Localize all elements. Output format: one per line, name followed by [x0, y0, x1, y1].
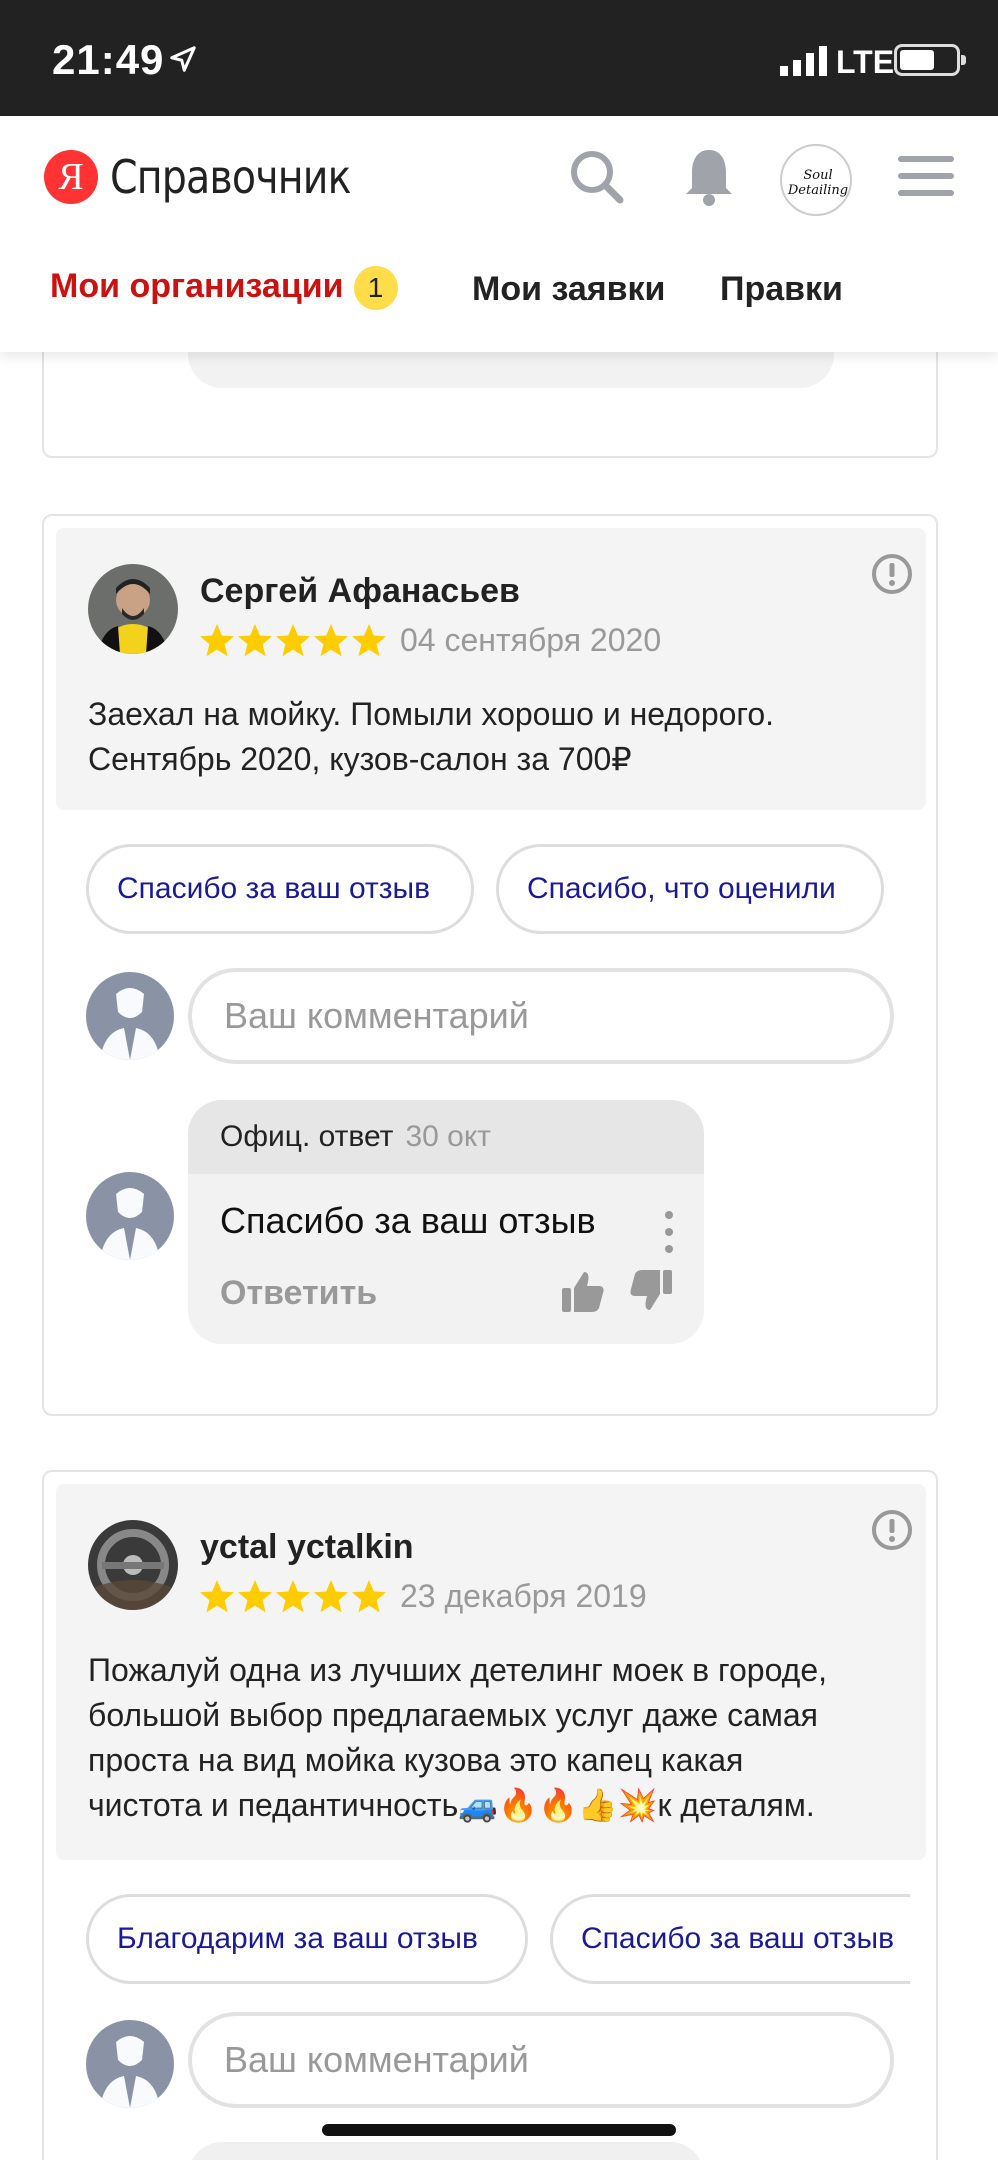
tab-my-organizations[interactable]: Мои организации 1: [50, 266, 398, 310]
review-text-line: Сентябрь 2020, кузов-салон за 700₽: [88, 741, 632, 777]
review-text-line: чистота и педантичность🚙🔥🔥👍💥к деталям.: [88, 1787, 815, 1823]
home-indicator[interactable]: [322, 2124, 676, 2136]
reviewer-avatar[interactable]: [88, 564, 178, 654]
review-text: Пожалуй одна из лучших детелинг моек в г…: [88, 1648, 908, 1828]
reply-button[interactable]: Ответить: [220, 1274, 377, 1313]
status-time: 21:49: [52, 36, 165, 83]
yandex-logo[interactable]: Я: [44, 150, 98, 204]
bell-icon[interactable]: [672, 140, 746, 214]
status-bar: 21:49 LTE: [0, 0, 998, 116]
battery-icon: [894, 44, 966, 76]
official-reply-header: Офиц. ответ 30 окт: [188, 1100, 704, 1174]
quick-reply-chip[interactable]: Спасибо за ваш отзыв: [86, 844, 474, 934]
comment-input[interactable]: Ваш комментарий: [188, 2012, 894, 2108]
review-date: 04 сентября 2020: [400, 622, 662, 658]
review-body: yctal yctalkin 23 декабря 2019 Пожалуй о…: [56, 1484, 926, 1860]
tab-label: Мои организации: [50, 266, 344, 305]
reviewer-name[interactable]: Сергей Афанасьев: [200, 572, 520, 611]
report-icon[interactable]: [870, 1508, 914, 1552]
review-text-line: Заехал на мойку. Помыли хорошо и недорог…: [88, 696, 775, 732]
quick-reply-chip[interactable]: Спасибо, что оценили: [496, 844, 884, 934]
owner-avatar-icon: [86, 1172, 174, 1260]
comment-input[interactable]: Ваш комментарий: [188, 968, 894, 1064]
rating-stars-icon: [200, 1580, 386, 1613]
official-reply-text: Спасибо за ваш отзыв: [220, 1200, 596, 1241]
quick-reply-chip[interactable]: Спасибо за ваш отзыв: [550, 1894, 910, 1984]
network-label: LTE: [836, 44, 895, 80]
review-card: yctal yctalkin 23 декабря 2019 Пожалуй о…: [42, 1470, 938, 2160]
rating-stars-icon: [200, 624, 386, 657]
app-title[interactable]: Справочник: [110, 150, 351, 204]
default-user-avatar-icon: [86, 2020, 174, 2108]
thumbs-down-icon[interactable]: [628, 1268, 674, 1314]
official-reply-date: 30 окт: [405, 1120, 492, 1153]
review-date: 23 декабря 2019: [400, 1578, 647, 1614]
review-text-line: Пожалуй одна из лучших детелинг моек в г…: [88, 1652, 828, 1688]
quick-reply-chip[interactable]: Благодарим за ваш отзыв: [86, 1894, 528, 1984]
default-user-avatar-icon: [86, 972, 174, 1060]
signal-icon: [780, 46, 827, 76]
tab-my-requests[interactable]: Мои заявки: [472, 270, 665, 309]
quick-reply-scroller[interactable]: Благодарим за ваш отзыв Спасибо за ваш о…: [86, 1892, 910, 1988]
nav-tabs: Мои организации 1 Мои заявки Правки: [0, 266, 998, 326]
review-card: Сергей Афанасьев 04 сентября 2020 Заехал…: [42, 514, 938, 1416]
review-body: Сергей Афанасьев 04 сентября 2020 Заехал…: [56, 528, 926, 810]
official-reply-body: Спасибо за ваш отзыв Ответить: [188, 1174, 704, 1344]
tab-edits[interactable]: Правки: [720, 270, 843, 309]
reply-fragment: [188, 2142, 704, 2160]
review-text-line: проста на вид мойка кузова это капец как…: [88, 1742, 744, 1778]
location-arrow-icon: [170, 46, 196, 72]
user-avatar[interactable]: Soul Detailing: [780, 144, 852, 216]
official-reply-label: Офиц. ответ: [220, 1120, 394, 1153]
notification-badge: 1: [353, 266, 398, 310]
review-text: Заехал на мойку. Помыли хорошо и недорог…: [88, 692, 908, 782]
review-text-line: большой выбор предлагаемых услуг даже са…: [88, 1697, 818, 1733]
app-header: Я Справочник Soul Detailing Мои организа…: [0, 116, 998, 352]
report-icon[interactable]: [870, 552, 914, 596]
avatar-text: Soul Detailing: [787, 168, 849, 198]
more-options-icon[interactable]: [664, 1210, 674, 1254]
hamburger-menu-icon[interactable]: [898, 156, 954, 196]
reviewer-avatar[interactable]: [88, 1520, 178, 1610]
thumbs-up-icon[interactable]: [560, 1268, 606, 1314]
official-reply: Офиц. ответ 30 окт Спасибо за ваш отзыв О…: [188, 1100, 704, 1344]
search-icon[interactable]: [560, 140, 634, 214]
reviewer-name[interactable]: yctal yctalkin: [200, 1528, 414, 1567]
